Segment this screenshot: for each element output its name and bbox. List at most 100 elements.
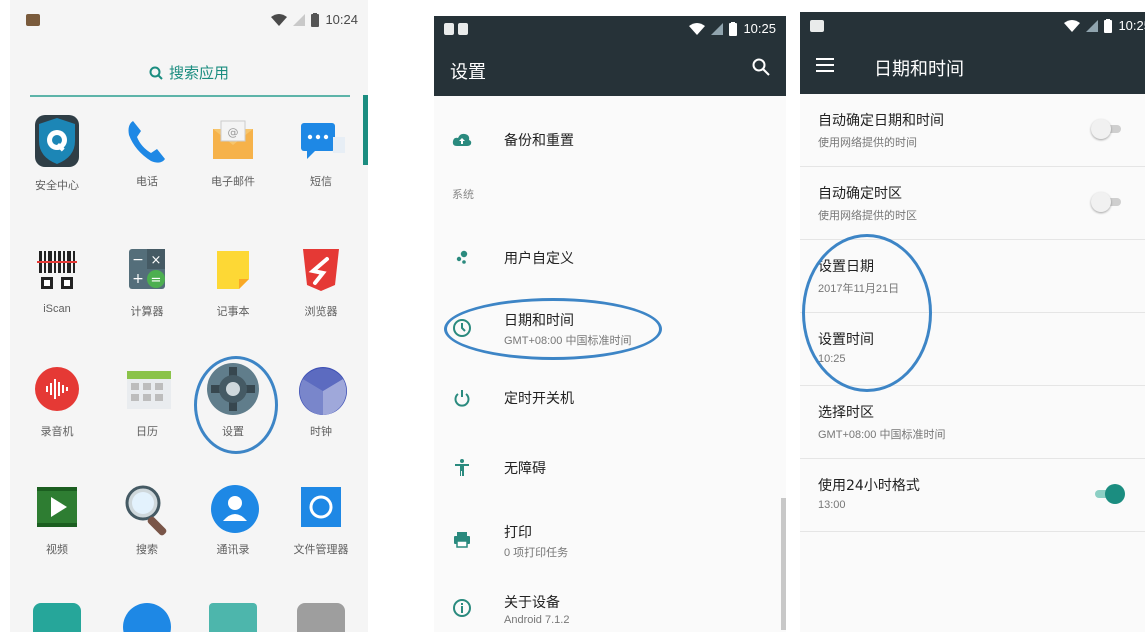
settings-gear-icon [207, 363, 259, 415]
date-time-screen: 10:25 日期和时间 自动确定日期和时间 使用网络提供的时间 自动确定时区 使… [800, 12, 1145, 632]
download-icon [123, 603, 171, 632]
pref-title: 设置时间 [818, 332, 874, 348]
app-contacts[interactable]: 通讯录 [190, 483, 276, 557]
notepad-icon [209, 245, 257, 293]
settings-item-label: 日期和时间 [504, 313, 574, 329]
app-browser[interactable]: 浏览器 [278, 245, 364, 319]
settings-item-summary: Android 7.1.2 [504, 614, 570, 626]
search-label: 搜索应用 [168, 64, 229, 82]
battery-icon [729, 21, 738, 36]
svg-text:×: × [151, 253, 162, 268]
pref-24-hour-format[interactable]: 使用24小时格式 13:00 [800, 459, 1145, 532]
app-phone[interactable]: 电话 [104, 115, 190, 189]
browser-icon [297, 245, 345, 293]
pref-select-time-zone[interactable]: 选择时区 GMT+08:00 中国标准时间 [800, 386, 1145, 459]
pref-set-date[interactable]: 设置日期 2017年11月21日 [800, 240, 1145, 313]
settings-item-customize[interactable]: 用户自定义 [434, 248, 786, 272]
app-email[interactable]: @ 电子邮件 [190, 115, 276, 189]
auto-time-zone-switch[interactable] [1091, 192, 1125, 212]
app-recorder[interactable]: 录音机 [14, 365, 100, 439]
settings-item-date-time[interactable]: 日期和时间 GMT+08:00 中国标准时间 [434, 310, 786, 350]
pref-summary: 2017年11月21日 [818, 283, 900, 295]
settings-item-accessibility[interactable]: 无障碍 [434, 458, 786, 482]
app-video[interactable]: 视频 [14, 483, 100, 557]
app-calendar[interactable]: 日历 [104, 365, 190, 439]
pref-summary: 13:00 [818, 499, 846, 511]
app-security-center[interactable]: 安全中心 [14, 115, 100, 193]
settings-item-label: 用户自定义 [504, 251, 574, 267]
settings-item-label: 备份和重置 [504, 133, 574, 149]
app-label: 日历 [136, 426, 158, 438]
section-header-system: 系统 [452, 188, 474, 201]
app-search[interactable]: 搜索 [104, 483, 190, 557]
svg-text:+: + [132, 271, 144, 287]
search-icon[interactable] [752, 58, 770, 76]
power-icon [454, 390, 470, 407]
app-bar: 日期和时间 [800, 40, 1145, 94]
app-label: iScan [43, 303, 71, 315]
customize-icon [456, 250, 468, 264]
accessibility-icon [455, 459, 469, 476]
pref-summary: 使用网络提供的时间 [818, 137, 917, 149]
settings-item-scheduled-power[interactable]: 定时开关机 [434, 388, 786, 412]
recorder-icon [33, 365, 81, 413]
app-bar: 设置 [434, 42, 786, 96]
scrollbar[interactable] [781, 498, 786, 630]
app-search-bar[interactable]: 搜索应用 [10, 52, 368, 96]
pref-summary: GMT+08:00 中国标准时间 [818, 429, 946, 441]
notification-icon [26, 14, 40, 26]
printer-icon [454, 532, 470, 548]
pref-title: 使用24小时格式 [818, 478, 920, 494]
cloud-backup-icon [452, 133, 472, 146]
pref-auto-date-time[interactable]: 自动确定日期和时间 使用网络提供的时间 [800, 94, 1145, 167]
settings-item-summary: 0 项打印任务 [504, 547, 569, 559]
settings-item-about-device[interactable]: 关于设备 Android 7.1.2 [434, 592, 786, 632]
app-partial-2[interactable] [104, 603, 190, 632]
security-center-icon [35, 115, 79, 167]
settings-item-label: 打印 [504, 525, 532, 541]
signal-icon [711, 22, 724, 35]
camera-icon [297, 603, 345, 632]
app-settings[interactable]: 设置 [190, 363, 276, 439]
settings-item-print[interactable]: 打印 0 项打印任务 [434, 522, 786, 562]
app-partial-3[interactable] [190, 603, 276, 632]
settings-item-backup-reset[interactable]: 备份和重置 [434, 130, 786, 154]
auto-date-time-switch[interactable] [1091, 119, 1125, 139]
app-calculator[interactable]: − × + = 计算器 [104, 245, 190, 319]
gallery-icon [209, 603, 257, 632]
messages-icon [297, 115, 345, 163]
settings-item-label: 无障碍 [504, 461, 546, 477]
app-clock[interactable]: 时钟 [278, 365, 364, 439]
file-manager-icon [297, 483, 345, 531]
battery-icon [1104, 18, 1113, 33]
settings-item-summary: GMT+08:00 中国标准时间 [504, 335, 632, 347]
clock-icon [453, 319, 471, 337]
wifi-icon [1064, 19, 1081, 32]
cloud-app-icon [33, 603, 81, 632]
clock-time: 10:25 [1118, 18, 1145, 33]
app-file-manager[interactable]: 文件管理器 [278, 483, 364, 557]
app-messages[interactable]: 短信 [278, 115, 364, 189]
signal-icon [293, 13, 306, 26]
app-iscan[interactable]: iScan [14, 245, 100, 315]
pref-title: 设置日期 [818, 259, 874, 275]
menu-icon[interactable] [816, 58, 834, 72]
app-label: 安全中心 [35, 180, 79, 192]
phone-icon [123, 115, 171, 163]
app-label: 计算器 [130, 306, 164, 318]
app-partial-4[interactable] [278, 603, 364, 632]
app-notepad[interactable]: 记事本 [190, 245, 276, 319]
24-hour-format-switch[interactable] [1091, 484, 1125, 504]
launcher-screen: 10:24 搜索应用 安全中心 电话 @ 电子邮件 短信 iScan − × +… [10, 0, 368, 632]
status-bar: 10:25 [434, 16, 786, 42]
barcode-scan-icon [33, 245, 81, 293]
pref-set-time[interactable]: 设置时间 10:25 [800, 313, 1145, 386]
app-label: 通讯录 [216, 544, 250, 556]
pref-title: 自动确定日期和时间 [818, 113, 944, 129]
app-label: 电话 [136, 176, 158, 188]
pref-auto-time-zone[interactable]: 自动确定时区 使用网络提供的时区 [800, 167, 1145, 240]
contacts-icon [209, 483, 259, 533]
gallery-notification-icon [444, 23, 454, 35]
pref-summary: 使用网络提供的时区 [818, 210, 917, 222]
app-partial-1[interactable] [14, 603, 100, 632]
